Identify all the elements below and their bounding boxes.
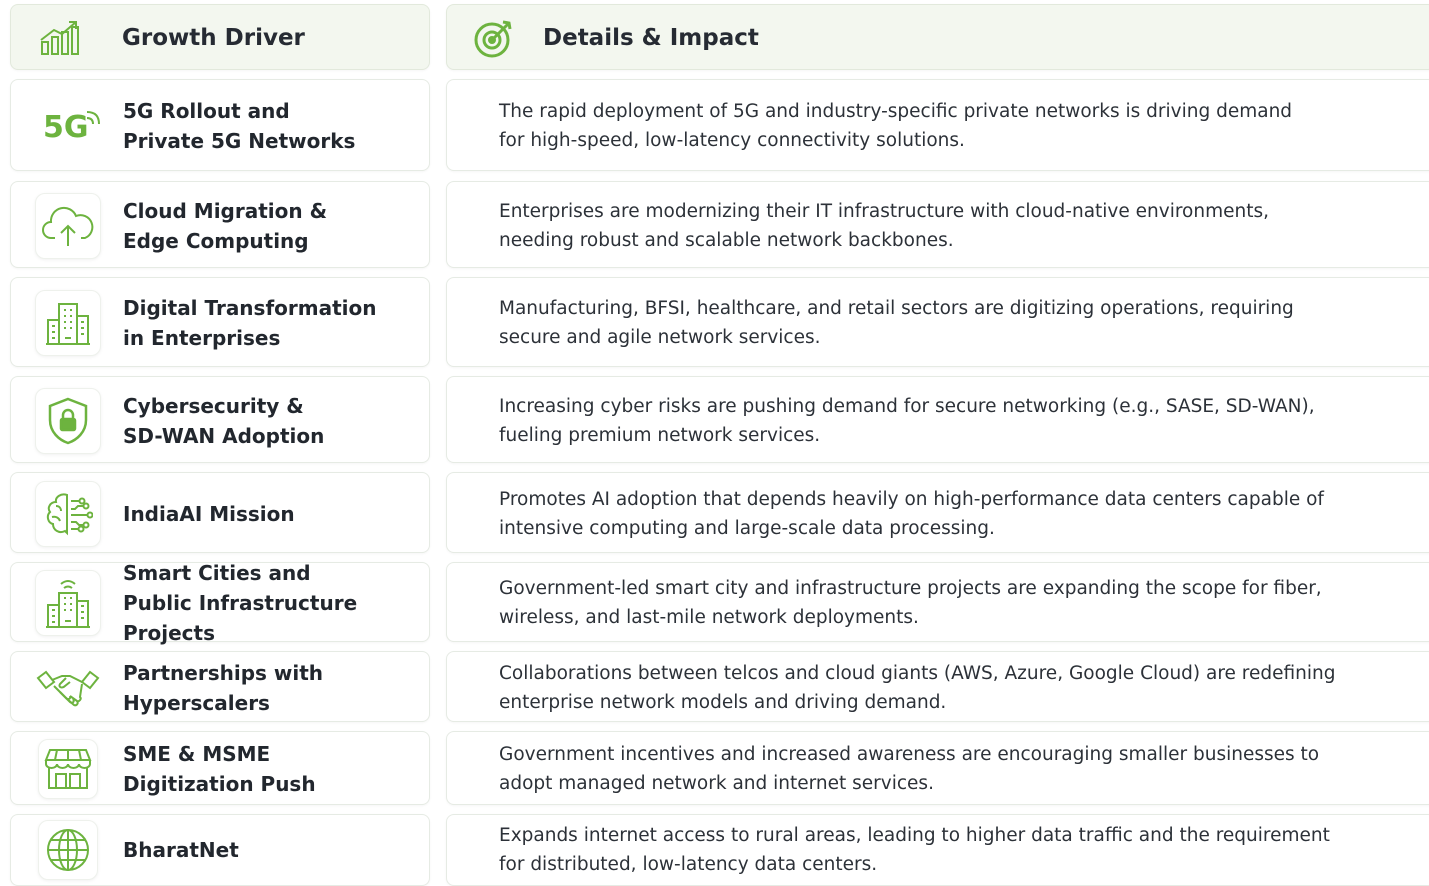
details-text: Collaborations between telcos and cloud …	[499, 662, 1336, 713]
details-impact-title: Details & Impact	[543, 25, 759, 51]
details-impact-header: Details & Impact	[446, 4, 1429, 70]
growth-chart-icon	[17, 5, 103, 71]
driver-label: Partnerships with Hyperscalers	[123, 660, 324, 715]
table-row: Enterprises are modernizing their IT inf…	[446, 181, 1429, 268]
table-row: Promotes AI adoption that depends heavil…	[446, 472, 1429, 553]
handshake-icon	[25, 652, 111, 723]
table-row: BharatNet	[10, 814, 430, 886]
storefront-icon	[38, 739, 98, 799]
driver-label: Smart Cities and Public Infrastructure Pr…	[123, 561, 358, 645]
growth-driver-header: Growth Driver	[10, 4, 430, 70]
details-text: Expands internet access to rural areas, …	[499, 825, 1330, 875]
5g-icon-text: 5G	[43, 110, 89, 145]
table-row: IndiaAI Mission	[10, 472, 430, 553]
details-text: Manufacturing, BFSI, healthcare, and ret…	[499, 298, 1294, 348]
table-row: Increasing cyber risks are pushing deman…	[446, 376, 1429, 463]
details-text: Increasing cyber risks are pushing deman…	[499, 395, 1315, 446]
driver-label: IndiaAI Mission	[123, 501, 295, 526]
table-row: Collaborations between telcos and cloud …	[446, 651, 1429, 722]
table-row: Partnerships with Hyperscalers	[10, 651, 430, 722]
table-row: Expands internet access to rural areas, …	[446, 814, 1429, 886]
details-text: The rapid deployment of 5G and industry-…	[499, 101, 1293, 151]
smart-city-icon	[35, 570, 101, 636]
target-icon	[451, 5, 537, 71]
table-row: Government incentives and increased awar…	[446, 731, 1429, 805]
details-text: Enterprises are modernizing their IT inf…	[499, 200, 1269, 251]
table-row: 5G 5G Rollout and Private 5G Networks	[10, 79, 430, 171]
table-row: Digital Transformation in Enterprises	[10, 277, 430, 367]
table-row: Cloud Migration & Edge Computing	[10, 181, 430, 268]
details-text: Promotes AI adoption that depends heavil…	[499, 488, 1324, 539]
table-row: Government-led smart city and infrastruc…	[446, 562, 1429, 642]
details-text: Government-led smart city and infrastruc…	[499, 578, 1322, 628]
driver-label: Cybersecurity & SD-WAN Adoption	[123, 393, 325, 448]
globe-icon	[38, 820, 98, 880]
table-row: Cybersecurity & SD-WAN Adoption	[10, 376, 430, 463]
driver-label: BharatNet	[123, 838, 239, 862]
ai-brain-icon	[35, 480, 101, 547]
table-row: Manufacturing, BFSI, healthcare, and ret…	[446, 277, 1429, 367]
5g-icon: 5G	[25, 80, 111, 172]
table-row: Smart Cities and Public Infrastructure Pr…	[10, 561, 430, 645]
driver-label: Cloud Migration & Edge Computing	[123, 198, 328, 253]
cloud-upload-icon	[35, 192, 101, 259]
driver-label: Digital Transformation in Enterprises	[123, 296, 377, 350]
driver-label: SME & MSME Digitization Push	[123, 742, 316, 796]
table-row: The rapid deployment of 5G and industry-…	[446, 79, 1429, 171]
details-text: Government incentives and increased awar…	[499, 744, 1320, 794]
shield-lock-icon	[35, 387, 101, 454]
buildings-icon	[35, 290, 101, 356]
growth-driver-title: Growth Driver	[122, 25, 305, 51]
table-row: SME & MSME Digitization Push	[10, 731, 430, 805]
driver-label: 5G Rollout and Private 5G Networks	[123, 99, 356, 153]
